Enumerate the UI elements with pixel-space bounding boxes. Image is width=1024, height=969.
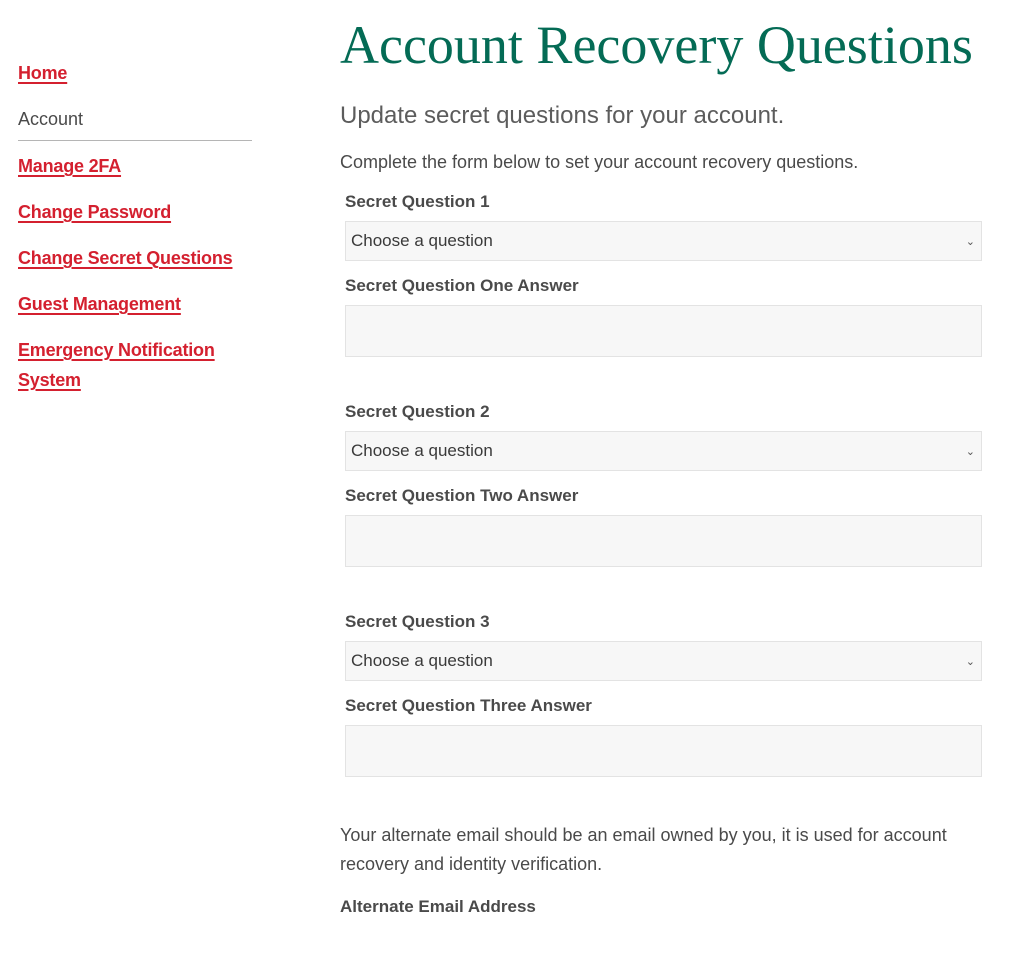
sidebar-item-change-password[interactable]: Change Password [18, 197, 252, 227]
secret-question-1-group: Secret Question 1 Choose a question ⌄ Se… [345, 191, 982, 357]
secret-question-2-answer-label: Secret Question Two Answer [345, 486, 579, 505]
chevron-down-icon: ⌄ [965, 235, 975, 248]
page-title: Account Recovery Questions [340, 15, 973, 75]
main-content: Account Recovery Questions Update secret… [340, 10, 982, 917]
secret-question-3-group: Secret Question 3 Choose a question ⌄ Se… [345, 611, 982, 777]
sidebar-item-emergency-notification-system[interactable]: Emergency Notification System [18, 335, 228, 395]
sidebar-item-account: Account [18, 104, 252, 141]
secret-question-1-selected-value: Choose a question [351, 231, 493, 250]
secret-question-1-select[interactable]: Choose a question ⌄ [345, 221, 982, 261]
chevron-down-icon: ⌄ [965, 655, 975, 668]
secret-question-1-label: Secret Question 1 [345, 192, 490, 211]
chevron-down-icon: ⌄ [965, 445, 975, 458]
secret-question-1-answer-input[interactable] [345, 305, 982, 357]
secret-question-3-answer-input[interactable] [345, 725, 982, 777]
sidebar-item-home[interactable]: Home [18, 58, 252, 88]
sidebar-nav: Home Account Manage 2FA Change Password … [18, 58, 252, 411]
secret-question-2-label: Secret Question 2 [345, 402, 490, 421]
secret-question-1-answer-label: Secret Question One Answer [345, 276, 579, 295]
sidebar-item-manage-2fa[interactable]: Manage 2FA [18, 151, 252, 181]
secret-question-2-answer-input[interactable] [345, 515, 982, 567]
secret-question-3-selected-value: Choose a question [351, 651, 493, 670]
sidebar-item-guest-management[interactable]: Guest Management [18, 289, 252, 319]
secret-question-2-select[interactable]: Choose a question ⌄ [345, 431, 982, 471]
alternate-email-description: Your alternate email should be an email … [340, 825, 947, 874]
secret-question-3-select[interactable]: Choose a question ⌄ [345, 641, 982, 681]
page-subtitle: Update secret questions for your account… [340, 102, 785, 129]
secret-question-3-answer-label: Secret Question Three Answer [345, 696, 592, 715]
sidebar-item-change-secret-questions[interactable]: Change Secret Questions [18, 243, 252, 273]
secret-question-2-selected-value: Choose a question [351, 441, 493, 460]
alternate-email-label: Alternate Email Address [340, 897, 536, 916]
form-intro: Complete the form below to set your acco… [340, 152, 859, 172]
secret-question-3-label: Secret Question 3 [345, 612, 490, 631]
secret-question-2-group: Secret Question 2 Choose a question ⌄ Se… [345, 401, 982, 567]
